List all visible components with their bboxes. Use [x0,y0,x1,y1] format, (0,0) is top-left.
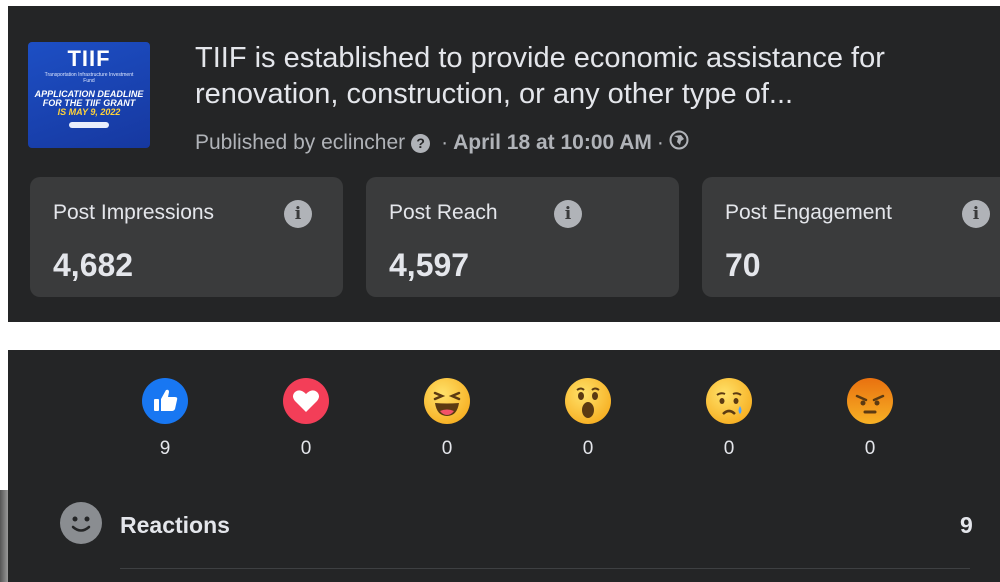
reaction-count: 0 [441,438,453,459]
reaction-count: 0 [864,438,876,459]
stat-label: Post Engagement [725,201,892,224]
stat-label: Post Impressions [53,201,215,224]
thumbnail-deadline-date: IS MAY 9, 2022 [57,107,121,117]
info-icon[interactable]: i [962,200,990,228]
info-icon[interactable]: i [284,200,312,228]
reaction-count: 9 [159,438,171,459]
sad-face-icon [706,378,752,424]
stat-card-impressions: Post Impressions i 4,682 [30,177,343,297]
reaction-love[interactable]: 0 [276,378,336,460]
thumbnail-button-graphic [69,122,109,128]
reaction-sad[interactable]: 0 [699,378,759,460]
meta-separator: · [441,131,449,154]
reactions-label: Reactions [120,512,230,538]
reaction-wow[interactable]: 0 [558,378,618,460]
stat-value: 4,597 [389,247,470,283]
thumbs-up-icon [142,378,188,424]
stat-label: Post Reach [389,201,498,224]
thumbnail-deadline: APPLICATION DEADLINE FOR THE TIIF GRANT [34,89,144,108]
reactions-total: 9 [960,512,973,538]
stat-value: 70 [725,247,761,283]
stat-value: 4,682 [53,247,134,283]
published-by: Published by eclincher [195,131,406,154]
stat-card-reach: Post Reach i 4,597 [366,177,679,297]
heart-icon [283,378,329,424]
divider [120,568,970,569]
stat-card-engagement: Post Engagement i 70 [702,177,1000,297]
post-thumbnail[interactable]: TIIF Transportation Infrastructure Inves… [28,42,150,148]
post-summary-panel: TIIF Transportation Infrastructure Inves… [8,6,1000,322]
laughing-face-icon [424,378,470,424]
post-text[interactable]: TIIF is established to provide economic … [195,40,995,112]
reaction-haha[interactable]: 0 [417,378,477,460]
question-circle-icon[interactable]: ? [411,133,431,153]
reaction-angry[interactable]: 0 [840,378,900,460]
edge-shadow [0,490,8,582]
surprised-face-icon [565,378,611,424]
post-date[interactable]: April 18 at 10:00 AM [453,131,652,155]
reaction-count: 0 [582,438,594,459]
meta-separator-2: · [656,131,664,154]
angry-face-icon [847,378,893,424]
reaction-count: 0 [723,438,735,459]
info-icon[interactable]: i [554,200,582,228]
reactions-panel: 9 0 0 0 0 0 Reactions 9 [8,350,1000,582]
globe-icon[interactable] [669,130,689,156]
thumbnail-subtitle: Transportation Infrastructure Investment… [44,72,134,84]
smiley-icon [60,502,102,544]
reaction-count: 0 [300,438,312,459]
thumbnail-title: TIIF [67,46,111,71]
reaction-like[interactable]: 9 [135,378,195,460]
post-meta: Published by eclincher ? · April 18 at 1… [195,130,689,156]
